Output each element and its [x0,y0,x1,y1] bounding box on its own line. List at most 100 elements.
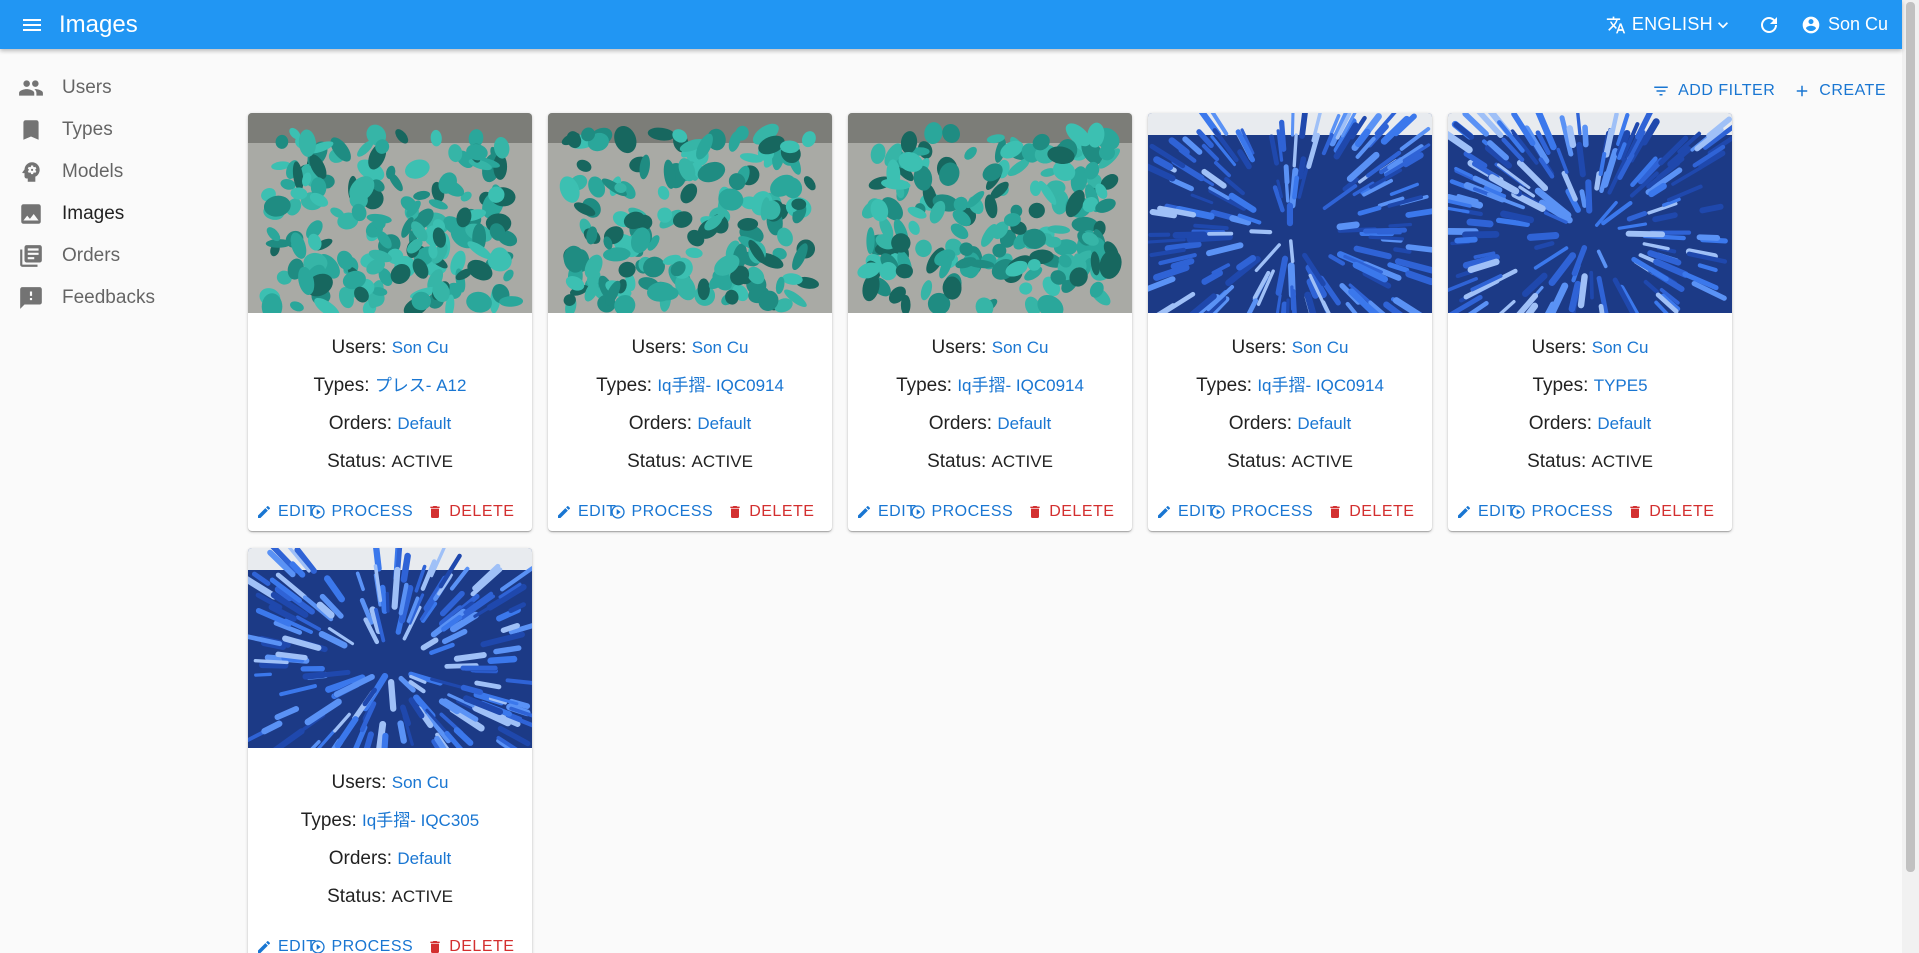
user-link[interactable]: Son Cu [692,338,749,357]
sidebar-item-types[interactable]: Types [0,109,230,151]
types-row: Types: TYPE5 [1448,371,1732,409]
add-filter-button[interactable]: ADD FILTER [1652,82,1775,100]
order-link[interactable]: Default [1597,414,1651,433]
type-link[interactable]: Iq手摺- IQC0914 [1257,376,1384,395]
edit-button[interactable]: EDIT [856,503,916,521]
image-thumbnail[interactable] [248,548,532,748]
image-thumbnail[interactable] [1448,113,1732,313]
user-menu-button[interactable]: Son Cu [1801,14,1888,35]
status-row: Status: ACTIVE [848,447,1132,485]
user-link[interactable]: Son Cu [1592,338,1649,357]
status-row: Status: ACTIVE [248,882,532,920]
order-link[interactable]: Default [997,414,1051,433]
status-row: Status: ACTIVE [1448,447,1732,485]
image-thumbnail[interactable] [848,113,1132,313]
process-button[interactable]: PROCESS [1510,503,1613,521]
image-thumbnail[interactable] [248,113,532,313]
types-row: Types: プレス- A12 [248,371,532,409]
status-label: Status: [927,451,987,472]
users-row: Users: Son Cu [1148,333,1432,371]
delete-button[interactable]: DELETE [1027,503,1114,521]
pencil-icon [1158,505,1171,518]
card-actions: EDIT PROCESS DELETE [256,503,514,521]
orders-row: Orders: Default [548,409,832,447]
process-button[interactable]: PROCESS [910,503,1013,521]
sidebar-item-users[interactable]: Users [0,67,230,109]
delete-button[interactable]: DELETE [427,503,514,521]
scrollbar[interactable] [1902,0,1919,953]
edit-button[interactable]: EDIT [256,503,316,521]
sidebar-item-orders[interactable]: Orders [0,235,230,277]
type-link[interactable]: プレス- A12 [375,376,467,395]
type-link[interactable]: Iq手摺- IQC0914 [657,376,784,395]
users-row: Users: Son Cu [248,768,532,806]
teal-parts-photo [548,113,832,313]
type-link[interactable]: Iq手摺- IQC305 [362,811,479,830]
delete-button[interactable]: DELETE [727,503,814,521]
orders-label: Orders: [328,848,393,869]
orders-label: Orders: [1528,413,1593,434]
users-row: Users: Son Cu [548,333,832,371]
sidebar-item-feedbacks[interactable]: Feedbacks [0,277,230,319]
process-label: PROCESS [1531,503,1614,520]
pencil-icon [858,505,871,518]
trash-icon [1030,506,1040,518]
order-link[interactable]: Default [1297,414,1351,433]
process-label: PROCESS [1231,503,1314,520]
user-link[interactable]: Son Cu [392,338,449,357]
status-value: ACTIVE [391,887,453,906]
type-link[interactable]: TYPE5 [1594,376,1648,395]
edit-button[interactable]: EDIT [256,938,316,953]
order-link[interactable]: Default [697,414,751,433]
sidebar-item-models[interactable]: Models [0,151,230,193]
process-button[interactable]: PROCESS [1210,503,1313,521]
play-circle-icon [611,505,626,519]
user-link[interactable]: Son Cu [992,338,1049,357]
edit-button[interactable]: EDIT [556,503,616,521]
process-button[interactable]: PROCESS [310,938,413,953]
type-link[interactable]: Iq手摺- IQC0914 [957,376,1084,395]
trash-icon [430,941,440,953]
process-button[interactable]: PROCESS [610,503,713,521]
image-thumbnail[interactable] [1148,113,1432,313]
menu-icon[interactable] [17,10,47,40]
delete-label: DELETE [1049,503,1115,520]
orders-row: Orders: Default [248,409,532,447]
user-link[interactable]: Son Cu [392,773,449,792]
card-actions: EDIT PROCESS DELETE [256,938,514,953]
trash-icon [730,506,740,518]
users-row: Users: Son Cu [1448,333,1732,371]
play-circle-icon [911,505,926,519]
people-icon [19,80,43,96]
edit-button[interactable]: EDIT [1456,503,1516,521]
sidebar-item-images[interactable]: Images [0,193,230,235]
status-row: Status: ACTIVE [1148,447,1432,485]
users-label: Users: [331,772,387,793]
create-button[interactable]: CREATE [1793,82,1886,100]
process-label: PROCESS [631,503,714,520]
scrollbar-thumb[interactable] [1906,2,1915,872]
process-button[interactable]: PROCESS [310,503,413,521]
delete-button[interactable]: DELETE [1327,503,1414,521]
chevron-down-icon [1717,21,1728,28]
delete-button[interactable]: DELETE [427,938,514,953]
users-label: Users: [631,337,687,358]
blue-parts-photo [1448,113,1732,313]
order-link[interactable]: Default [397,414,451,433]
status-value: ACTIVE [691,452,753,471]
user-link[interactable]: Son Cu [1292,338,1349,357]
status-label: Status: [627,451,687,472]
types-row: Types: Iq手摺- IQC0914 [1148,371,1432,409]
orders-row: Orders: Default [1448,409,1732,447]
image-card: Users: Son Cu Types: Iq手摺- IQC0914 Order… [848,113,1132,531]
user-name: Son Cu [1827,14,1888,34]
library-books-icon [20,245,42,267]
order-link[interactable]: Default [397,849,451,868]
delete-label: DELETE [1349,503,1415,520]
refresh-button[interactable] [1757,13,1781,37]
image-thumbnail[interactable] [548,113,832,313]
language-selector[interactable]: ENGLISH [1606,14,1739,35]
delete-button[interactable]: DELETE [1627,503,1714,521]
edit-button[interactable]: EDIT [1156,503,1216,521]
orders-row: Orders: Default [1148,409,1432,447]
